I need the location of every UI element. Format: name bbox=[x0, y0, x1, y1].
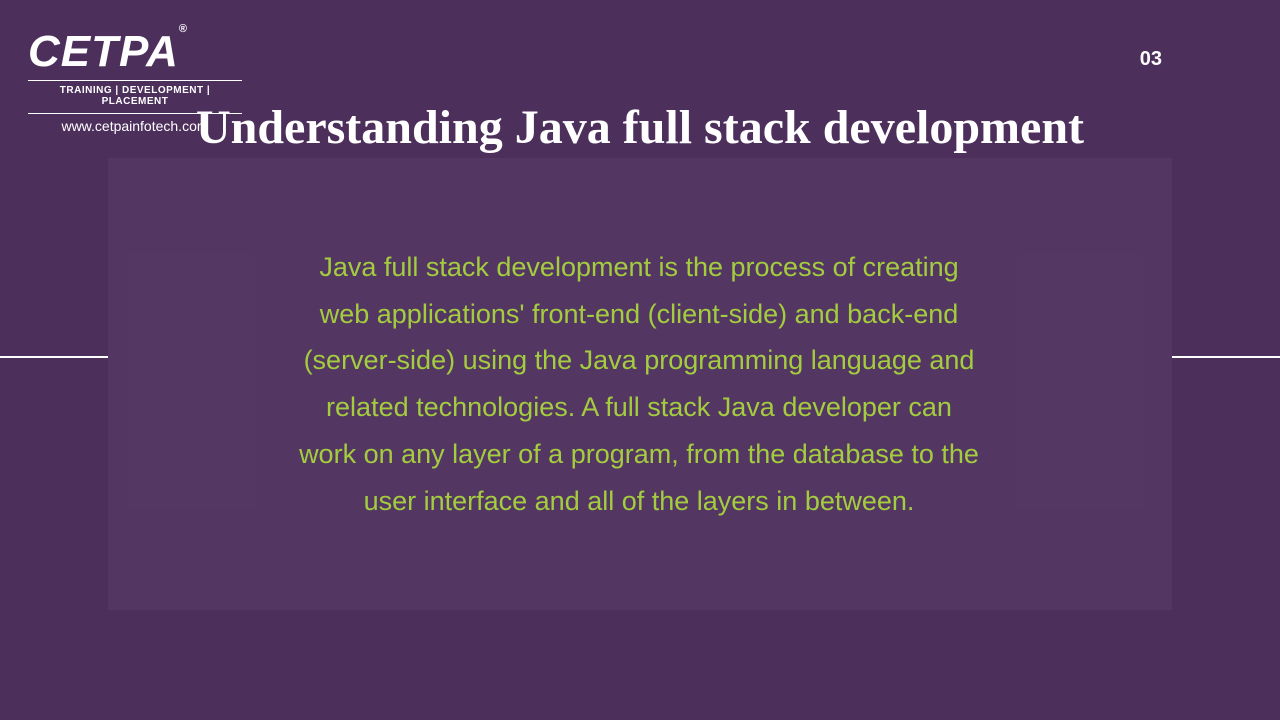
slide-title: Understanding Java full stack developmen… bbox=[0, 102, 1280, 155]
decorative-line-left bbox=[0, 356, 108, 358]
logo-registered: ® bbox=[179, 23, 188, 35]
page-number: 03 bbox=[1140, 48, 1162, 71]
slide-body: Java full stack development is the proce… bbox=[294, 244, 984, 524]
decorative-line-right bbox=[1172, 356, 1280, 358]
logo-text: CETPA bbox=[28, 27, 179, 76]
logo-name: CETPA® bbox=[28, 30, 242, 74]
logo-divider bbox=[28, 80, 242, 81]
